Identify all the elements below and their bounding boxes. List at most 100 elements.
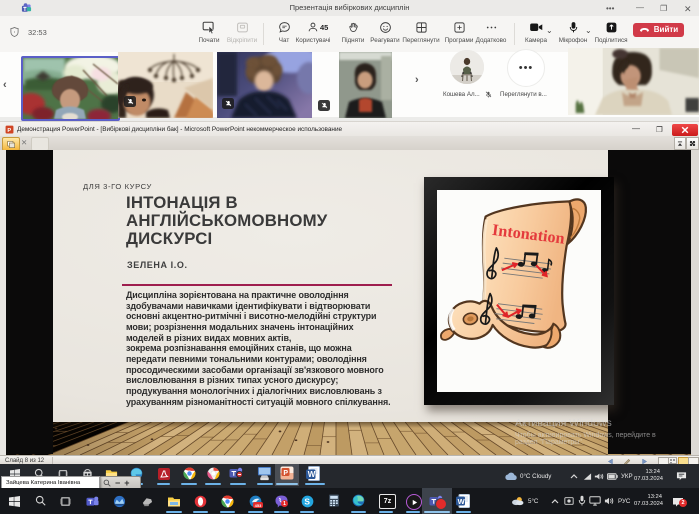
screen: { "teams": { "window_title": "Презентаці… — [0, 0, 699, 514]
avatar-photo — [450, 50, 484, 84]
remote-acrobat-icon[interactable] — [158, 468, 170, 480]
local-app-blue-icon[interactable] — [113, 495, 126, 508]
local-weather-text[interactable]: 5°C — [528, 498, 538, 505]
video-4-woman-gray — [339, 52, 392, 118]
local-mic-icon[interactable] — [578, 495, 586, 506]
slide-left-panel — [6, 150, 53, 454]
local-gray-app-icon[interactable] — [141, 496, 153, 507]
underline — [351, 511, 366, 513]
remote-weather-text[interactable]: 0°C Cloudy — [520, 473, 551, 480]
presentation-tab[interactable] — [2, 137, 20, 151]
local-mediaplayer-icon[interactable] — [406, 494, 422, 510]
underline — [157, 483, 170, 485]
local-lang-indicator[interactable]: РУС — [618, 498, 630, 505]
local-opera-icon[interactable] — [194, 495, 207, 508]
windows-activation-watermark: Активация Windows Чтобы активировать Win… — [515, 417, 656, 446]
underline — [220, 511, 235, 513]
underline — [379, 511, 393, 513]
zoom-in-button[interactable]: + — [124, 478, 129, 488]
scroll-right-chevron[interactable]: › — [415, 74, 419, 86]
video-tile-3[interactable] — [217, 52, 312, 118]
remote-chrome2-icon[interactable] — [207, 467, 220, 480]
local-record-icon[interactable] — [564, 496, 574, 506]
underline — [406, 511, 420, 513]
resize-button[interactable] — [686, 137, 699, 150]
remote-network-icon[interactable] — [583, 473, 592, 481]
local-word-icon[interactable]: W — [456, 494, 470, 508]
local-time: 13:24 — [634, 494, 662, 501]
local-search-icon[interactable] — [35, 495, 46, 506]
leave-button[interactable]: Вийти — [633, 23, 684, 38]
local-weather-icon[interactable] — [510, 496, 525, 506]
slide-sorter-button[interactable] — [668, 457, 677, 464]
underline — [230, 483, 246, 485]
remote-word-icon[interactable]: W — [306, 466, 320, 481]
participant-avatar[interactable] — [450, 50, 484, 84]
underline — [424, 511, 450, 513]
svg-text:P: P — [283, 470, 288, 477]
remote-chrome-icon[interactable] — [183, 467, 196, 480]
minimize-button[interactable]: — — [636, 3, 644, 12]
tab-close-icon[interactable]: ✕ — [21, 138, 27, 147]
local-display-icon[interactable] — [589, 496, 601, 506]
video-tile-spotlight[interactable] — [568, 48, 699, 115]
svg-text:W: W — [458, 497, 466, 506]
view-more-circle[interactable]: ••• — [507, 49, 545, 87]
ppt-close-button[interactable] — [672, 124, 698, 136]
local-start-button[interactable] — [9, 496, 20, 507]
video-tile-1[interactable] — [21, 56, 120, 121]
slide: ДЛЯ 3-ГО КУРСУ ІНТОНАЦІЯ В АНГЛІЙСЬКОМОВ… — [6, 150, 691, 455]
remote-battery-icon[interactable] — [607, 473, 618, 480]
remote-powerpoint-icon: P — [280, 466, 294, 480]
ghost-tab[interactable] — [31, 137, 49, 151]
watermark-title: Активация Windows — [515, 417, 656, 429]
remote-weather-icon[interactable] — [504, 472, 518, 481]
remote-volume-icon[interactable] — [594, 472, 604, 481]
ppt-minimize-button[interactable]: — — [632, 124, 640, 133]
local-volume-icon[interactable] — [604, 496, 615, 506]
local-explorer-icon[interactable] — [167, 495, 181, 508]
svg-text:P: P — [7, 128, 11, 134]
meeting-timer: 32:53 — [10, 27, 47, 37]
titlebar-more-button[interactable]: ••• — [606, 4, 614, 13]
ppt-titlebar: P Демонстрация PowerPoint - [Вибіркові д… — [0, 121, 699, 137]
local-date: 07.03.2024 — [634, 501, 662, 508]
local-calculator-icon[interactable] — [328, 494, 340, 507]
remote-clock[interactable]: 13:24 07.03.2024 — [634, 469, 660, 483]
presenter-name: Зайцева Катерина Іванівна — [6, 480, 80, 486]
local-7zip-icon[interactable]: 7z — [379, 494, 396, 509]
video-tile-4[interactable] — [339, 52, 392, 118]
remote-pc-icon[interactable] — [257, 466, 272, 481]
dock-button[interactable] — [674, 137, 686, 150]
share-button[interactable]: Поділитися — [585, 20, 637, 44]
local-taskview-icon[interactable] — [60, 496, 71, 507]
ellipsis: ••• — [519, 62, 534, 74]
local-skype-icon[interactable]: S — [301, 495, 314, 508]
teams-dnd-badge — [236, 471, 243, 478]
ppt-window-title: Демонстрация PowerPoint - [Вибіркові дис… — [17, 126, 342, 133]
local-edge-icon[interactable] — [352, 494, 365, 507]
mic-muted-badge — [318, 100, 330, 111]
slide-title: ІНТОНАЦІЯ В АНГЛІЙСЬКОМОВНОМУ ДИСКУРСІ — [126, 194, 356, 248]
local-clock[interactable]: 13:24 07.03.2024 — [634, 494, 662, 508]
local-notification-icon[interactable]: 2 — [672, 495, 684, 513]
magnifier-icon — [103, 479, 111, 487]
scroll-left-chevron[interactable]: ‹ — [3, 79, 7, 91]
restore-button[interactable]: ❐ — [660, 4, 667, 13]
local-tray-chevron[interactable] — [551, 499, 559, 504]
ppt-restore-button[interactable]: ❐ — [656, 125, 663, 134]
remote-tray-chevron[interactable] — [570, 474, 578, 479]
remote-notification-icon[interactable] — [676, 471, 687, 481]
hangup-icon — [639, 26, 650, 33]
underline — [166, 511, 182, 513]
remote-lang-indicator[interactable]: УКР — [621, 473, 633, 480]
avatar-name: Кошева Ал... — [443, 91, 480, 98]
local-teams-icon[interactable] — [86, 495, 99, 508]
zoom-out-button[interactable]: − — [115, 478, 120, 488]
local-chrome-icon[interactable] — [221, 495, 234, 508]
close-button[interactable]: ✕ — [684, 4, 692, 15]
mic-muted-badge — [124, 96, 136, 107]
dock-arrow-icon — [677, 141, 683, 147]
mic-off-icon — [485, 91, 492, 98]
video-tile-2[interactable] — [118, 52, 213, 118]
